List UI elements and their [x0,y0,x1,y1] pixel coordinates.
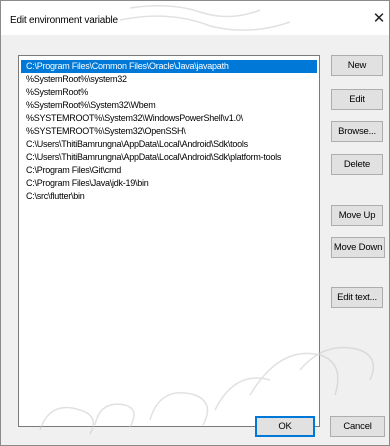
path-list[interactable]: C:\Program Files\Common Files\Oracle\Jav… [18,55,320,427]
list-item[interactable]: C:\src\flutter\bin [21,190,317,203]
move-down-button[interactable]: Move Down [331,237,385,258]
list-item[interactable]: C:\Users\ThitiBamrungna\AppData\Local\An… [21,138,317,151]
list-item[interactable]: %SYSTEMROOT%\System32\OpenSSH\ [21,125,317,138]
new-button[interactable]: New [331,55,383,76]
edit-button[interactable]: Edit [331,89,383,110]
list-item[interactable]: C:\Users\ThitiBamrungna\AppData\Local\An… [21,151,317,164]
dialog-title: Edit environment variable [10,15,118,26]
close-icon[interactable]: ✕ [369,7,389,31]
move-up-button[interactable]: Move Up [331,205,383,226]
cancel-button[interactable]: Cancel [330,416,385,437]
list-item[interactable]: C:\Program Files\Git\cmd [21,164,317,177]
delete-button[interactable]: Delete [331,154,383,175]
list-item[interactable]: C:\Program Files\Common Files\Oracle\Jav… [21,60,317,73]
ok-button[interactable]: OK [255,416,315,437]
list-item[interactable]: %SystemRoot%\system32 [21,73,317,86]
edit-text-button[interactable]: Edit text... [331,287,383,308]
edit-env-variable-dialog: Edit environment variable ✕ C:\Program F… [0,0,390,446]
list-item[interactable]: %SystemRoot% [21,86,317,99]
title-bar[interactable]: Edit environment variable ✕ [1,1,389,35]
list-item[interactable]: %SystemRoot%\System32\Wbem [21,99,317,112]
browse-button[interactable]: Browse... [331,121,383,142]
list-item[interactable]: %SYSTEMROOT%\System32\WindowsPowerShell\… [21,112,317,125]
list-item[interactable]: C:\Program Files\Java\jdk-19\bin [21,177,317,190]
